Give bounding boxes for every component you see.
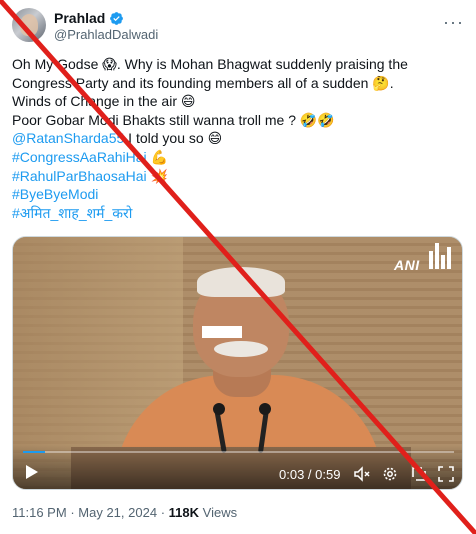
video-controls: 0:03 / 0:59: [13, 445, 462, 489]
censor-bar: [202, 326, 242, 338]
video-progress-fill: [23, 451, 45, 453]
mention-link[interactable]: @RatanSharda55: [12, 130, 124, 146]
views-label: Views: [202, 505, 238, 520]
mention-text: I told you so 😄: [124, 130, 223, 147]
tweet-date[interactable]: May 21, 2024: [78, 505, 157, 520]
verified-badge-icon: [110, 11, 124, 25]
mute-icon[interactable]: [353, 465, 371, 483]
picture-in-picture-icon[interactable]: [410, 465, 428, 483]
microphone-head: [259, 403, 271, 415]
hashtag-link[interactable]: #ByeByeModi: [12, 186, 98, 202]
tweet-meta: 11:16 PM · May 21, 2024 · 118K Views: [12, 505, 237, 520]
views-count: 118K: [168, 505, 200, 520]
tweet-header: Prahlad @PrahladDalwadi ···: [12, 8, 464, 44]
hashtag-link[interactable]: #CongressAaRahiHai 💪: [12, 149, 168, 165]
meta-separator: ·: [70, 505, 75, 520]
fullscreen-icon[interactable]: [437, 465, 455, 483]
tweet-line: Oh My Godse 😱. Why is Mohan Bhagwat sudd…: [12, 56, 408, 72]
avatar[interactable]: [12, 8, 46, 42]
tweet-line: Winds of Change in the air 😄: [12, 93, 196, 110]
hashtag-link[interactable]: #RahulParBhaosaHai 💥: [12, 168, 168, 184]
video-player[interactable]: ANI 0:03 / 0:59: [12, 236, 463, 490]
meta-separator: ·: [160, 505, 166, 520]
play-icon[interactable]: [25, 464, 39, 480]
tweet-text: Oh My Godse 😱. Why is Mohan Bhagwat sudd…: [12, 55, 464, 222]
channel-logo-icon: [429, 243, 451, 269]
settings-gear-icon[interactable]: [381, 465, 399, 483]
tweet-time[interactable]: 11:16 PM: [12, 505, 67, 520]
tweet-line-mention: @RatanSharda55 I told you so 😄: [12, 129, 464, 148]
tweet-line: Congress Party and its founding members …: [12, 74, 394, 91]
video-time: 0:03 / 0:59: [279, 467, 341, 482]
microphone-head: [213, 403, 225, 415]
speaker-mustache: [214, 341, 268, 357]
author-name[interactable]: Prahlad: [54, 10, 105, 26]
author-name-row: Prahlad: [54, 10, 124, 26]
tweet-line: Poor Gobar Modi Bhakts still wanna troll…: [12, 111, 335, 128]
author-handle[interactable]: @PrahladDalwadi: [54, 27, 158, 42]
speaker-hair: [197, 267, 285, 297]
more-options-icon[interactable]: ···: [443, 12, 464, 33]
video-watermark: ANI: [394, 257, 420, 273]
video-progress-bar[interactable]: [23, 451, 454, 453]
hashtag-link[interactable]: #अमित_शाह_शर्म_करो: [12, 205, 132, 221]
